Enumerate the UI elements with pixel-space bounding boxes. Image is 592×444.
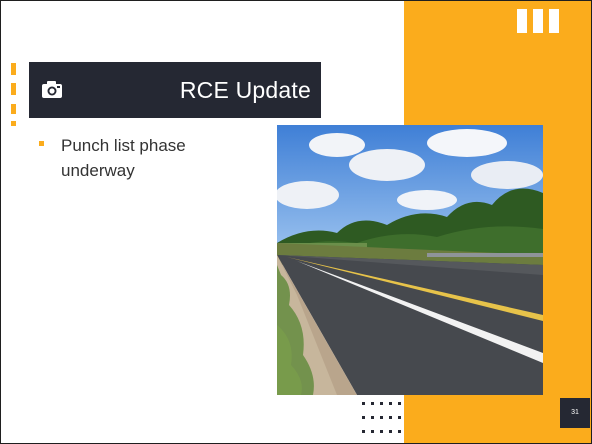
white-bars-decoration <box>517 9 559 33</box>
bullet-item: Punch list phase underway <box>61 136 186 180</box>
bullet-list: Punch list phase underway <box>39 133 259 183</box>
bullet-marker <box>39 141 44 146</box>
page-number: 31 <box>560 398 590 428</box>
camera-icon <box>41 80 63 100</box>
road-construction-photo <box>277 125 543 395</box>
slide-title: RCE Update <box>179 77 311 103</box>
title-bar: RCE Update <box>29 62 321 118</box>
dots-decoration <box>362 402 406 434</box>
slide: RCE Update Punch list phase underway 31 <box>0 0 592 444</box>
